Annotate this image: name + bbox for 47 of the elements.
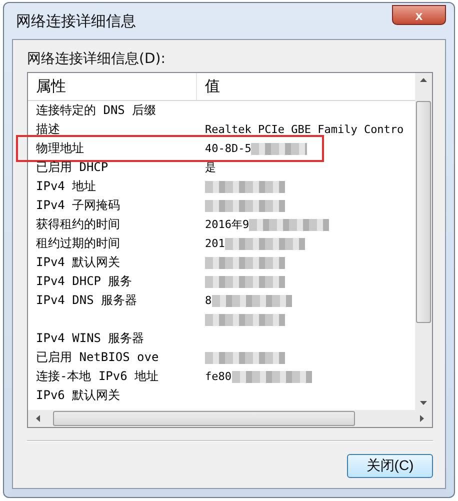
table-row[interactable]: 获得租约的时间 2016年9 [28, 215, 415, 234]
value-cell: Realtek PCIe GBE Family Contro [205, 123, 404, 136]
horizontal-scrollbar[interactable] [28, 410, 432, 427]
table-row[interactable]: IPv4 地址 [28, 177, 415, 196]
down-arrow-icon[interactable] [420, 401, 427, 405]
table-row[interactable]: 物理地址 40-8D-5 [20, 139, 320, 158]
property-cell: 获得租约的时间 [36, 217, 120, 231]
vertical-scrollbar[interactable] [415, 73, 432, 410]
table-row[interactable]: 已启用 NetBIOS ove [28, 348, 415, 367]
property-cell: 连接-本地 IPv6 地址 [36, 369, 159, 383]
property-cell: 连接特定的 DNS 后缀 [36, 103, 156, 117]
right-arrow-icon[interactable] [420, 415, 424, 422]
table-row[interactable]: IPv4 默认网关 [28, 253, 415, 272]
property-cell: IPv4 默认网关 [36, 255, 120, 269]
table-row[interactable]: 描述 Realtek PCIe GBE Family Contro [28, 120, 415, 139]
pixelated-redaction [251, 142, 308, 154]
property-cell: 描述 [36, 122, 60, 136]
window-title: 网络连接详细信息 [15, 12, 136, 30]
property-cell: 租约过期的时间 [36, 236, 120, 250]
table-row[interactable]: 连接特定的 DNS 后缀 [28, 101, 415, 120]
table-row[interactable]: IPv6 默认网关 [28, 386, 415, 405]
property-cell: IPv4 DHCP 服务 [36, 274, 132, 288]
close-dialog-button[interactable]: 关闭(C) [347, 454, 433, 478]
property-cell: IPv4 DNS 服务器 [36, 293, 138, 307]
property-cell: IPv4 地址 [36, 179, 96, 193]
left-arrow-icon[interactable] [36, 415, 40, 422]
property-cell: IPv4 子网掩码 [36, 198, 120, 212]
table-row[interactable]: 连接-本地 IPv6 地址 fe80 [28, 367, 415, 386]
property-cell: IPv4 WINS 服务器 [36, 331, 144, 345]
table-row[interactable]: 租约过期的时间 201 [28, 234, 415, 253]
table-row[interactable]: IPv4 DNS 服务器 8 [28, 291, 415, 310]
value-cell: 8 [205, 294, 212, 307]
up-arrow-icon[interactable] [420, 78, 427, 82]
list-label: 网络连接详细信息(D): [27, 50, 166, 68]
value-cell: 40-8D-5 [205, 142, 252, 155]
value-cell: 是 [205, 160, 216, 175]
value-cell: fe80 [205, 370, 232, 383]
value-cell: 2016年9 [205, 217, 250, 232]
property-cell: 已启用 DHCP [36, 160, 108, 174]
table-row[interactable]: IPv4 DHCP 服务 [28, 272, 415, 291]
property-cell: IPv6 默认网关 [36, 388, 120, 402]
property-cell: 已启用 NetBIOS ove [36, 350, 159, 364]
property-cell: 物理地址 [36, 141, 84, 155]
table-row[interactable]: 已启用 DHCP 是 [28, 158, 415, 177]
table-row[interactable]: IPv4 WINS 服务器 [28, 329, 415, 348]
value-cell: 201 [205, 237, 225, 250]
table-row[interactable]: IPv4 子网掩码 [28, 196, 415, 215]
